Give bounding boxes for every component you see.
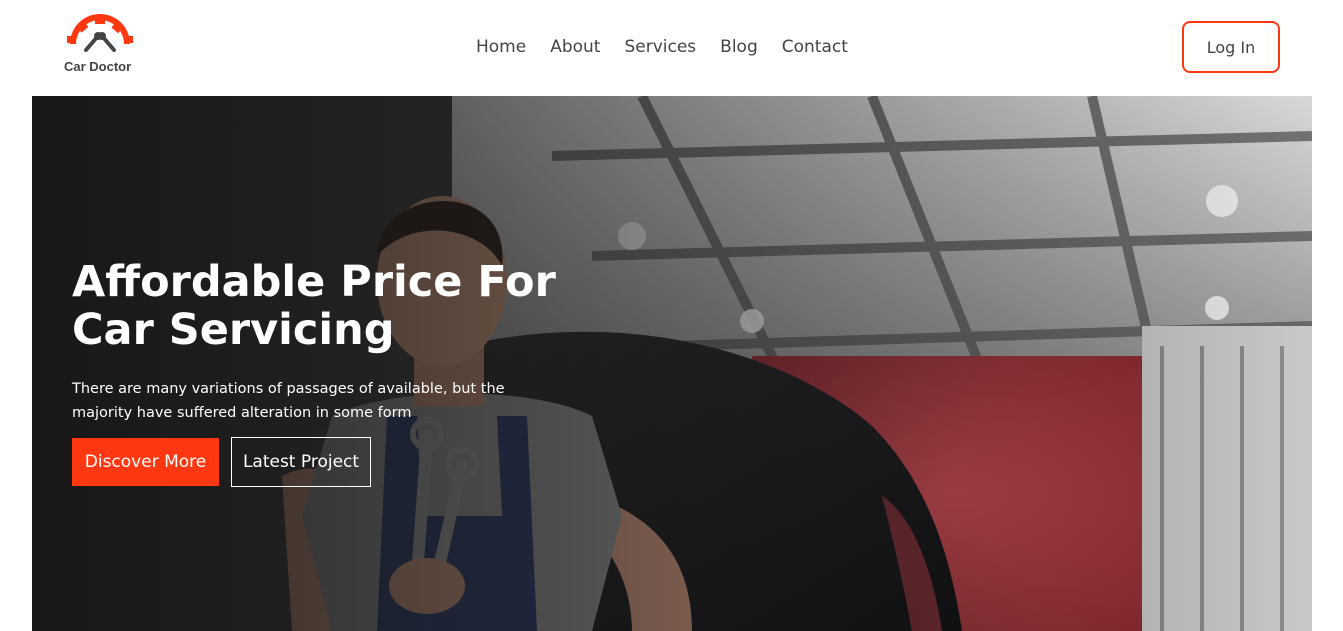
nav-contact[interactable]: Contact xyxy=(782,36,848,58)
login-button[interactable]: Log In xyxy=(1182,21,1280,73)
main-nav: Home About Services Blog Contact xyxy=(476,36,848,58)
hero-banner: Affordable Price For Car Servicing There… xyxy=(32,96,1312,631)
site-header: Car Doctor Home About Services Blog Cont… xyxy=(0,0,1343,96)
nav-services[interactable]: Services xyxy=(624,36,696,58)
latest-project-button[interactable]: Latest Project xyxy=(231,437,371,487)
hero-description: There are many variations of passages of… xyxy=(72,381,505,421)
brand-name: Car Doctor xyxy=(64,59,132,74)
nav-blog[interactable]: Blog xyxy=(720,36,758,58)
nav-home[interactable]: Home xyxy=(476,36,526,58)
hero-title: Affordable Price For Car Servicing xyxy=(72,257,556,355)
hero-overlay xyxy=(32,96,1312,631)
gear-wrench-logo-icon xyxy=(67,14,133,52)
brand-logo[interactable]: Car Doctor xyxy=(62,14,138,80)
nav-about[interactable]: About xyxy=(550,36,600,58)
discover-more-button[interactable]: Discover More xyxy=(72,438,219,486)
